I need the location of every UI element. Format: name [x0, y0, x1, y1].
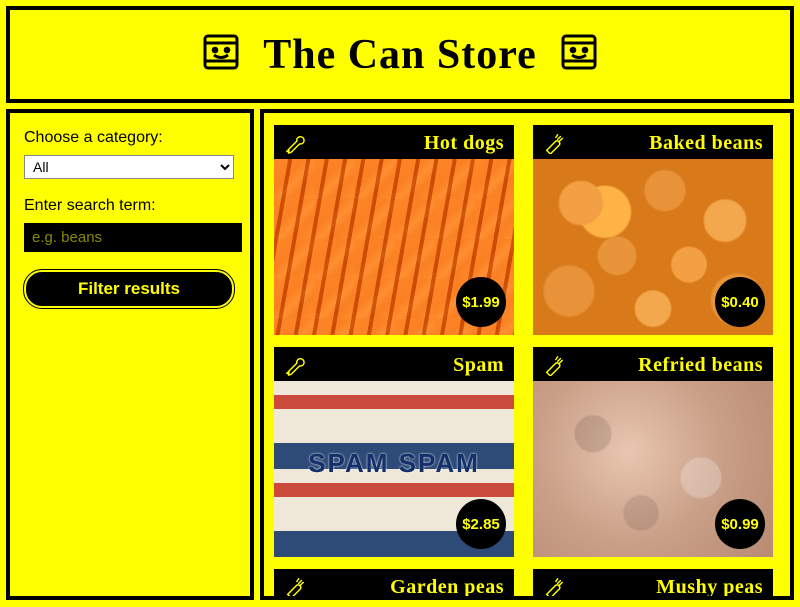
main: Hot dogs $1.99 Baked beans $0.40 Spam $2.85 Re… — [260, 109, 794, 600]
search-input[interactable] — [24, 223, 242, 252]
product-card[interactable]: Spam $2.85 — [274, 347, 514, 557]
product-image: $2.85 — [274, 381, 514, 557]
product-card[interactable]: Hot dogs $1.99 — [274, 125, 514, 335]
can-icon — [197, 28, 245, 81]
product-head: Spam — [274, 347, 514, 381]
price-badge: $1.99 — [456, 277, 506, 327]
can-icon — [555, 28, 603, 81]
product-title: Spam — [453, 354, 504, 377]
header: The Can Store — [6, 6, 794, 103]
meat-icon — [284, 132, 306, 154]
product-head: Baked beans — [533, 125, 773, 159]
category-select[interactable]: All — [24, 155, 234, 179]
filter-button[interactable]: Filter results — [24, 270, 234, 308]
meat-icon — [284, 354, 306, 376]
price-badge: $0.40 — [715, 277, 765, 327]
product-card[interactable]: Refried beans $0.99 — [533, 347, 773, 557]
product-title: Garden peas — [390, 576, 504, 599]
product-head: Refried beans — [533, 347, 773, 381]
product-image: $0.40 — [533, 159, 773, 335]
search-label: Enter search term: — [24, 197, 236, 215]
body: Choose a category: All Enter search term… — [6, 109, 794, 600]
carrot-icon — [543, 132, 565, 154]
product-image: $1.99 — [274, 159, 514, 335]
carrot-icon — [543, 576, 565, 598]
product-title: Baked beans — [649, 132, 763, 155]
carrot-icon — [543, 354, 565, 376]
product-card[interactable]: Mushy peas — [533, 569, 773, 600]
product-title: Hot dogs — [424, 132, 504, 155]
sidebar: Choose a category: All Enter search term… — [6, 109, 254, 600]
page: The Can Store Choose a category: All Ent… — [0, 0, 800, 607]
price-badge: $0.99 — [715, 499, 765, 549]
carrot-icon — [284, 576, 306, 598]
product-image: $0.99 — [533, 381, 773, 557]
product-head: Garden peas — [274, 569, 514, 600]
product-head: Hot dogs — [274, 125, 514, 159]
product-card[interactable]: Baked beans $0.40 — [533, 125, 773, 335]
product-title: Refried beans — [638, 354, 763, 377]
category-label: Choose a category: — [24, 129, 236, 147]
price-badge: $2.85 — [456, 499, 506, 549]
product-card[interactable]: Garden peas — [274, 569, 514, 600]
product-grid: Hot dogs $1.99 Baked beans $0.40 Spam $2.85 Re… — [274, 125, 780, 600]
product-title: Mushy peas — [656, 576, 763, 599]
product-head: Mushy peas — [533, 569, 773, 600]
site-title: The Can Store — [263, 31, 537, 79]
